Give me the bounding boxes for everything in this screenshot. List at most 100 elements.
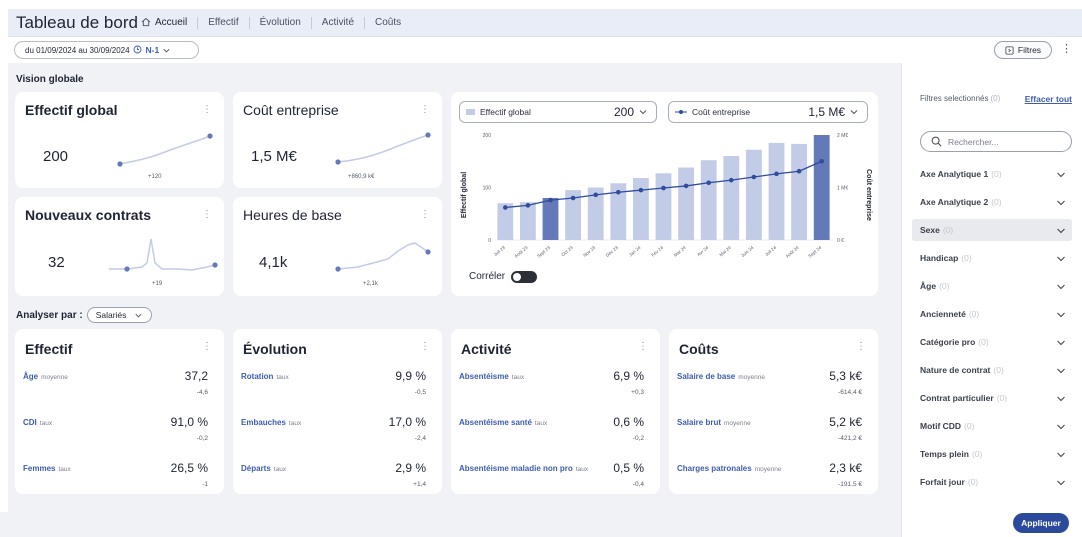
metric-unit: taux <box>575 466 589 473</box>
filter-item-count: (0) <box>968 309 980 319</box>
more-options-icon[interactable]: ⋮ <box>1061 42 1072 55</box>
metric-delta: -4,6 <box>196 389 208 396</box>
filter-item[interactable]: Temps plein (0) <box>912 443 1072 465</box>
page-title: Tableau de bord <box>16 13 138 32</box>
date-range-selector[interactable]: du 01/09/2024 au 30/09/2024 N-1 <box>14 41 199 59</box>
kpi-card-nouveaux-contrats[interactable]: Nouveaux contrats ⋮ 32 +19 <box>15 197 224 296</box>
x-tick-label: Août 23 <box>513 245 528 259</box>
filter-item[interactable]: Forfait jour (0) <box>912 471 1072 493</box>
metric-label[interactable]: Femmes taux <box>23 464 71 473</box>
metric-label[interactable]: Absentéisme taux <box>459 372 524 381</box>
filter-item[interactable]: Handicap (0) <box>912 247 1072 269</box>
metric-unit: moyenne <box>724 420 751 427</box>
more-options-icon[interactable]: ⋮ <box>420 341 430 352</box>
metric-value: 6,9 % <box>613 369 644 383</box>
metric-card-title: Activité <box>461 341 512 357</box>
metric-card[interactable]: Activité ⋮ Absentéisme taux 6,9 % +0,3 Absenté… <box>451 329 660 494</box>
correler-toggle[interactable] <box>511 271 537 283</box>
metric-delta: +0,3 <box>631 389 644 396</box>
metric-unit: taux <box>58 466 71 473</box>
right-series-select[interactable]: Coût entreprise 1,5 M€ <box>668 101 868 123</box>
analyse-by-select[interactable]: Salariés <box>86 307 153 323</box>
metric-label[interactable]: CDI taux <box>23 418 52 427</box>
clear-all-link[interactable]: Effacer tout <box>1025 94 1072 104</box>
more-options-icon[interactable]: ⋮ <box>638 341 648 352</box>
tab-label: Activité <box>321 17 355 28</box>
filter-item[interactable]: Contrat particulier (0) <box>912 387 1072 409</box>
kpi-card-heures-base[interactable]: Heures de base ⋮ 4,1k +2,1k <box>233 197 442 296</box>
metric-label[interactable]: Rotation taux <box>241 372 289 381</box>
tab-couts[interactable]: Coûts <box>364 17 411 29</box>
chevron-down-icon <box>1057 424 1065 430</box>
metric-label[interactable]: Âge moyenne <box>23 372 68 381</box>
filters-button[interactable]: Filtres <box>994 41 1052 59</box>
kpi-card-effectif-global[interactable]: Effectif global ⋮ 200 +120 <box>15 92 224 188</box>
metric-label[interactable]: Absentéisme santé taux <box>459 418 547 427</box>
metric-label[interactable]: Charges patronales moyenne <box>677 464 781 473</box>
metric-card[interactable]: Évolution ⋮ Rotation taux 9,9 % -0,5 Embauches… <box>233 329 442 494</box>
filter-item[interactable]: Nature de contrat (0) <box>912 359 1072 381</box>
metric-unit: taux <box>273 466 287 473</box>
chevron-down-icon <box>1057 228 1065 234</box>
metric-label[interactable]: Absentéisme maladie non pro taux <box>459 464 588 473</box>
filter-item[interactable]: Sexe (0) <box>912 219 1072 241</box>
more-options-icon[interactable]: ⋮ <box>202 104 212 115</box>
filter-item-label: Nature de contrat <box>920 365 991 375</box>
metric-name: Rotation <box>241 372 274 381</box>
more-options-icon[interactable]: ⋮ <box>420 104 430 115</box>
right-series-label-group: Coût entreprise <box>675 107 750 117</box>
scrollbar[interactable] <box>0 512 8 537</box>
filter-item-count: (0) <box>961 253 972 263</box>
metric-label[interactable]: Salaire brut moyenne <box>677 418 751 427</box>
metric-value: 5,2 k€ <box>829 415 862 429</box>
bar <box>745 149 762 240</box>
filter-item-label: Axe Analytique 1 <box>920 169 989 179</box>
filter-item[interactable]: Axe Analytique 1 (0) <box>912 163 1072 185</box>
left-series-select[interactable]: Effectif global 200 <box>459 101 657 123</box>
chevron-down-icon <box>1057 368 1065 374</box>
metric-delta: -0,5 <box>414 389 426 396</box>
kpi-title: Heures de base <box>243 207 342 223</box>
filter-item[interactable]: Âge (0) <box>912 275 1072 297</box>
filter-item[interactable]: Ancienneté (0) <box>912 303 1072 325</box>
x-tick-label: Mai 24 <box>718 245 732 258</box>
tab-activite[interactable]: Activité <box>310 17 364 29</box>
tab-accueil[interactable]: Accueil <box>131 17 197 29</box>
combo-chart: 0 0 € 100 1 M€ 200 2 M€ Juil 23 Août 23 Sept 23 O… <box>461 133 872 259</box>
filter-item[interactable]: Catégorie pro (0) <box>912 331 1072 353</box>
metric-label[interactable]: Salaire de base moyenne <box>677 372 765 381</box>
x-tick-label: Fév 24 <box>650 245 664 258</box>
more-options-icon[interactable]: ⋮ <box>420 209 430 220</box>
metric-card-title: Évolution <box>243 341 307 357</box>
filters-sidebar: Filtres selectionnés (0) Effacer tout Rec… <box>901 63 1082 537</box>
left-series-value: 200 <box>613 105 634 119</box>
tab-evolution[interactable]: Évolution <box>248 17 311 29</box>
filter-item[interactable]: Axe Analytique 2 (0) <box>912 191 1072 213</box>
home-icon <box>141 17 151 27</box>
metric-card[interactable]: Coûts ⋮ Salaire de base moyenne 5,3 k€ -614,4… <box>669 329 878 494</box>
metric-value: 2,9 % <box>395 461 426 475</box>
metric-label[interactable]: Départs taux <box>241 464 286 473</box>
filter-item-label: Forfait jour <box>920 477 965 487</box>
apply-button[interactable]: Appliquer <box>1013 513 1069 533</box>
filter-item-count: (0) <box>991 169 1002 179</box>
more-options-icon[interactable]: ⋮ <box>202 209 212 220</box>
compare-clock-icon <box>133 45 141 54</box>
metric-value: 9,9 % <box>395 369 426 383</box>
filter-item[interactable]: Motif CDD (0) <box>912 415 1072 437</box>
filter-search-input[interactable]: Rechercher... <box>920 131 1072 152</box>
x-tick-label: Juil 24 <box>764 245 778 258</box>
main-nav: Accueil Effectif Évolution Activité Coût… <box>131 17 411 29</box>
search-icon <box>931 136 942 147</box>
more-options-icon[interactable]: ⋮ <box>856 341 866 352</box>
metric-card[interactable]: Effectif ⋮ Âge moyenne 37,2 -4,6 CDI taux 91,0 %… <box>15 329 224 494</box>
metric-label[interactable]: Embauches taux <box>241 418 301 427</box>
y2-tick-label: 2 M€ <box>837 133 848 139</box>
more-options-icon[interactable]: ⋮ <box>202 341 212 352</box>
metric-delta: -614,4 € <box>838 389 862 396</box>
chevron-down-icon <box>1057 396 1065 402</box>
tab-effectif[interactable]: Effectif <box>197 17 248 29</box>
line-point <box>774 171 779 177</box>
bar <box>700 160 717 240</box>
kpi-card-cout-entreprise[interactable]: Coût entreprise ⋮ 1,5 M€ +860,9 k€ <box>233 92 442 188</box>
